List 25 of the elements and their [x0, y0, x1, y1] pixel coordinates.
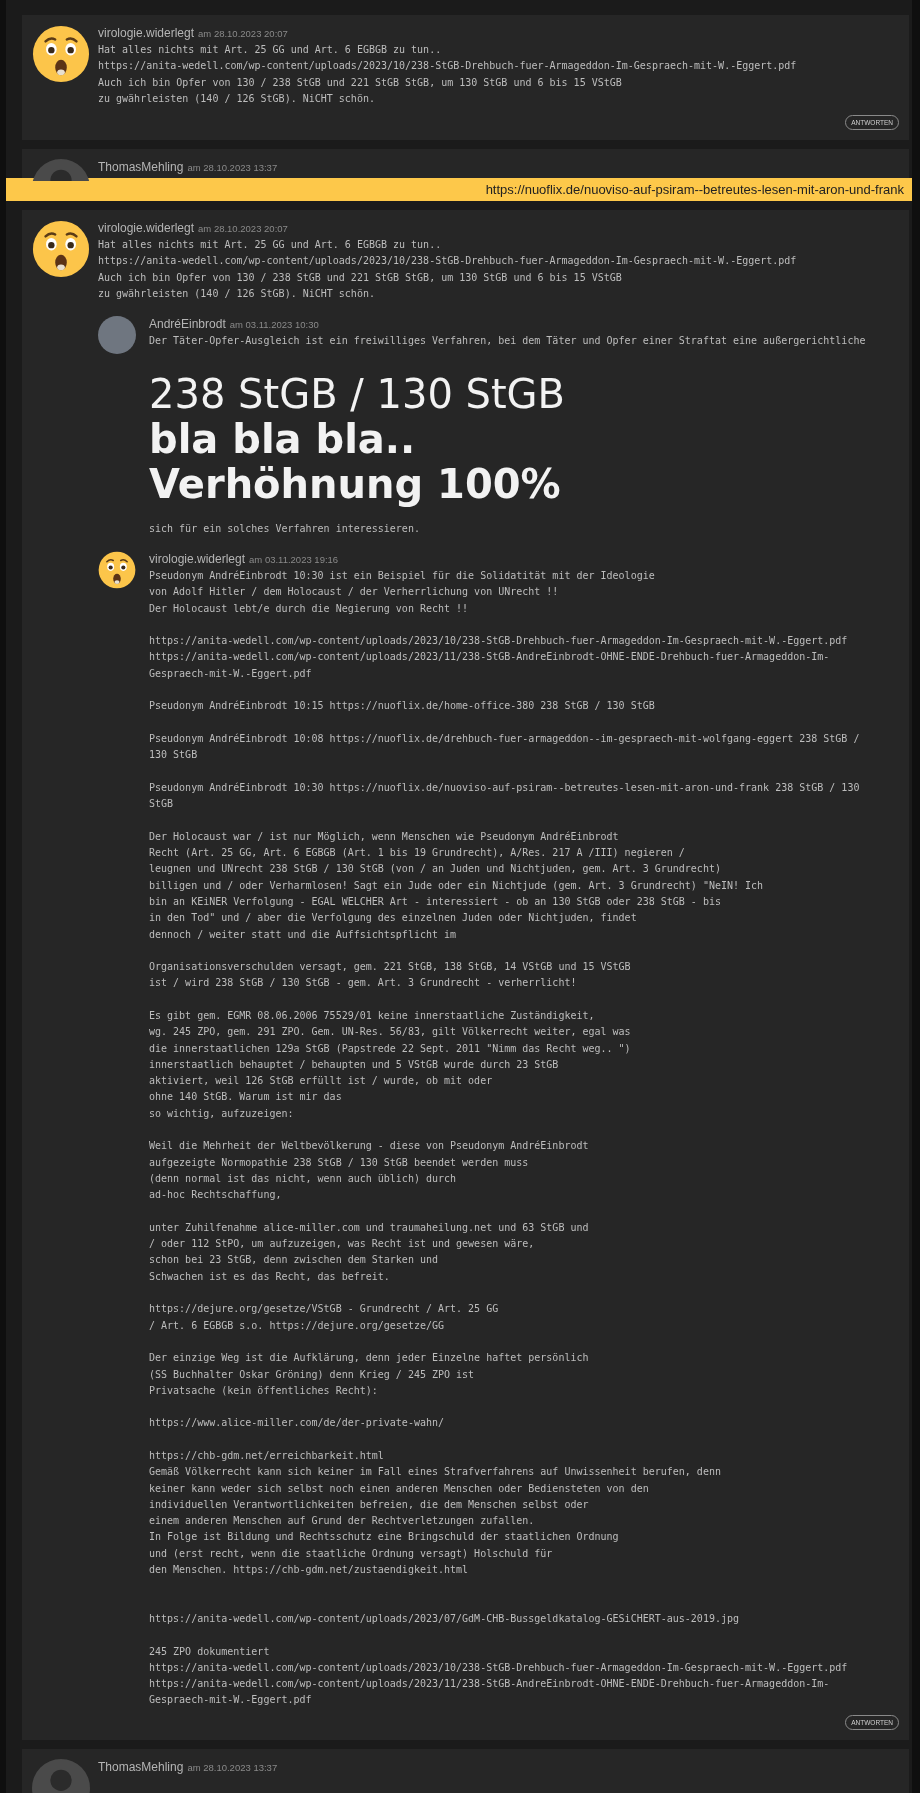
comment-text: sich für ein solches Verfahren interessieren.	[149, 521, 421, 536]
author-name[interactable]: virologie.widerlegt	[98, 221, 195, 236]
headline-text: bla bla bla..	[149, 416, 417, 462]
author-name[interactable]: AndréEinbrodt	[149, 317, 226, 332]
surprised-face-icon	[32, 221, 90, 278]
comment-text: Hat alles nichts mit Art. 25 GG und Art. 6 EGBGB zu tun.. https://anita-wedell.com/wp-content/uploads/2023/10/238-StGB-Drehbuch-fuer-Armageddon-Im-Gespraech-mit-W.-Eggert.pdf Auch ich bin Opfer von 130 / 238 StGB und 221 StGB StGB, um 130 StGB und 6 bis 15 VStGB zu gwährleisten (140 / 126 StGB). NiCHT schön.	[98, 238, 798, 302]
comment-date: am 28.10.2023 13:37	[187, 1761, 278, 1773]
comment-text: Hat alles nichts mit Art. 25 GG und Art. 6 EGBGB zu tun.. https://anita-wedell.com/wp-content/uploads/2023/10/238-StGB-Drehbuch-fuer-Armageddon-Im-Gespraech-mit-W.-Eggert.pdf Auch ich bin Opfer von 130 / 238 StGB und 221 StGB StGB, um 130 StGB und 6 bis 15 VStGB zu gwährleisten (140 / 126 StGB). NiCHT schön.	[98, 43, 798, 106]
author-name[interactable]: ThomasMehling	[98, 160, 184, 175]
headline-text: 238 StGB / 130 StGB	[149, 371, 567, 417]
comment-date: am 28.10.2023 20:07	[198, 28, 288, 39]
comment-date: am 03.11.2023 10:30	[229, 319, 319, 331]
comment-date: am 28.10.2023 20:07	[198, 223, 288, 235]
author-name[interactable]: ThomasMehling	[98, 1759, 184, 1774]
banner-link[interactable]: https://nuoflix.de/nuoviso-auf-psiram--betreutes-lesen-mit-aron-und-frank	[485, 182, 904, 198]
comment-date: am 03.11.2023 19:16	[249, 553, 339, 565]
comment-date: am 28.10.2023 13:37	[187, 162, 278, 174]
author-name[interactable]: virologie.widerlegt	[149, 551, 246, 566]
photo-placeholder	[98, 316, 136, 355]
surprised-face-icon	[32, 25, 90, 83]
comment-text: Pseudonym AndréEinbrodt 10:30 ist ein Beispiel für die Solidatität mit der Ideologie von Adolf Hitler / dem Holocaust / der Verherrlichung von UNrecht !! Der Holocaust lebt/e durch die Negierung von Recht !! https://anita-wedell.com/wp-content/uploads/2023/10/238-StGB-Drehbuch-fuer-Armageddon-Im-Gespraech-mit-W.-Eggert.pdf https://anita-wedell.com/wp-content/uploads/2023/11/238-StGB-AndreEinbrodt-OHNE-ENDE-Drehbuch-fuer-Armageddon-Im- Gespraech-mit-W.-Eggert.pdf Pseudonym AndréEinbrodt 10:15 https://nuoflix.de/home-office-380 238 StGB / 130 StGB Pseudonym AndréEinbrodt 10:08 https://nuoflix.de/drehbuch-fuer-armageddon--im-gespraech-mit-wolfgang-eggert 238 StGB / 130 StGB Pseudonym AndréEinbrodt 10:30 https://nuoflix.de/nuoviso-auf-psiram--betreutes-lesen-mit-aron-und-frank 238 StGB / 130 StGB Der Holocaust war / ist nur Möglich, wenn Menschen wie Pseudonym AndréEinbrodt Recht (Art. 25 GG, Art. 6 EGBGB (Art. 1 bis 19 Grundrecht), A/Res. 217 A /III) negieren / leugnen und UNrecht 238 StGB / 130 StGB (von / an Juden und Nichtjuden, gem. Art. 3 Grundrecht) billigen und / oder Verharmlosen! Sagt ein Jude oder ein Nichtjude (gem. Art. 3 Grundrecht) "NeIN! Ich bin an KEiNER Verfolgung - EGAL WELCHER Art - interessiert - ob an 130 StGB oder 238 StGB - bis in den Tod" und / aber die Verfolgung des einzelnen Juden oder Nichtjuden, findet dennoch / weiter statt und die Auffsichtspflicht im Organisationsverschulden versagt, gem. 221 StGB, 138 StGB, 14 VStGB und 15 VStGB ist / wird 238 StGB / 130 StGB - gem. Art. 3 Grundrecht - verherrlicht! Es gibt gem. EGMR 08.06.2006 75529/01 keine innerstaatliche Zuständigkeit, wg. 245 ZPO, gem. 291 ZPO. Gem. UN-Res. 56/83, gilt Völkerrecht weiter, egal was die innerstaatlichen 129a StGB (Papstrede 22 Sept. 2011 "Nimm das Recht weg.. ") innerstaatlich behauptet / behaupten und 5 VStGB wurde durch 23 StGB aktiviert, weil 126 StGB erfüllt ist / wurde, ob mit oder ohne 140 StGB. Warum ist mir das so wichtig, aufzuzeigen: Weil die Mehrheit der Weltbevölkerung - diese von Pseudonym AndréEinbrodt aufgezeigte Normopathie 238 StGB / 130 StGB beendet werden muss (denn normal ist das nicht, wenn auch üblich) durch ad-hoc Rechtschaffung, unter Zuhilfenahme alice-miller.com und traumaheilung.net und 63 StGB und / oder 112 StPO, um aufzuzeigen, was Recht ist und gewesen wäre, schon bei 23 StGB, denn zwischen dem Starken und Schwachen ist es das Recht, das befreit. https://dejure.org/gesetze/VStGB - Grundrecht / Art. 25 GG / Art. 6 EGBGB s.o. https://dejure.org/gesetze/GG Der einzige Weg ist die Aufklärung, denn jeder Einzelne haftet persönlich (SS Buchhalter Oskar Gröning) denn Krieg / 245 ZPO ist Privatsache (kein öffentliches Recht): https://www.alice-miller.com/de/der-private-wahn/ https://chb-gdm.net/erreichbarkeit.html Gemäß Völkerrecht kann sich keiner im Fall eines Strafverfahrens auf Unwissenheit berufen, denn keiner kann weder sich selbst noch einen anderen Menschen oder Bediensteten von den individuellen Verantwortlichkeiten befreien, die dem Menschen selbst oder einem anderen Menschen auf Grund der Rechtverletzungen zufallen. In Folge ist Bildung und Rechtsschutz eine Bringschuld der staatlichen Ordnung und (erst recht, wenn die staatliche Ordnung versagt) Holschuld für den Menschen. https://chb-gdm.net/zustaendigkeit.html https://anita-wedell.com/wp-content/uploads/2023/07/GdM-CHB-Bussgeldkatalog-GESiCHERT-aus-2019.jpg 245 ZPO dokumentiert https://anita-wedell.com/wp-content/uploads/2023/10/238-StGB-Drehbuch-fuer-Armageddon-Im-Gespraech-mit-W.-Eggert.pdf https://anita-wedell.com/wp-content/uploads/2023/11/238-StGB-AndreEinbrodt-OHNE-ENDE-Drehbuch-fuer-Armageddon-Im- Gespraech-mit-W.-Eggert.pdf	[149, 568, 861, 1708]
headline-text: Verhöhnung 100%	[149, 461, 562, 507]
author-name[interactable]: virologie.widerlegt	[98, 26, 195, 40]
comment-text: Der Täter-Opfer-Ausgleich ist ein freiwilliges Verfahren, bei dem Täter und Opfer einer Straftat eine außergerichtliche	[149, 334, 867, 349]
surprised-face-icon	[98, 551, 136, 589]
